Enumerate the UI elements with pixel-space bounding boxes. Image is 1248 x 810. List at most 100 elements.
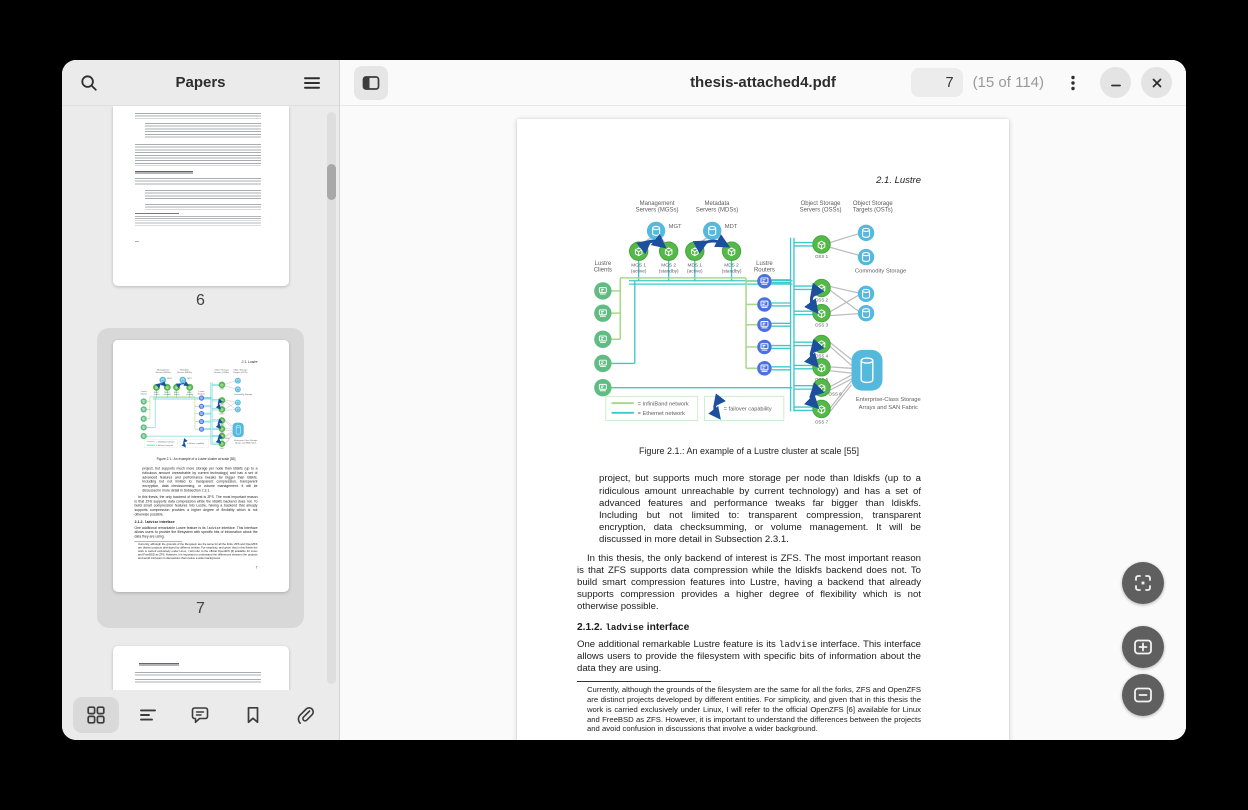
svg-text:Clients: Clients [594,268,612,274]
svg-text:Servers (OSSs): Servers (OSSs) [800,208,842,214]
lustre-figure: Management Servers (MGSs) Metadata Serve… [569,197,927,439]
lustre-routers-label: Lustre [756,261,773,267]
paragraph: In this thesis, the only backend of inte… [577,553,921,614]
zoom-in-icon [1131,635,1155,659]
close-button[interactable] [1141,67,1172,98]
zoom-fit-button[interactable] [1122,562,1164,604]
mgs1-node: MGS 1 (active) [629,242,647,274]
zoom-out-icon [1131,683,1155,707]
footnote: Currently, although the grounds of the f… [587,685,921,734]
thumbnail-item-page-7[interactable]: 2.1. Lustre Figure 2.1.: An example of a… [97,328,304,628]
svg-text:OSS 7: OSS 7 [815,420,829,425]
app-window: thesis-attached4.pdf (15 of 114) [62,60,1186,740]
svg-text:MDT: MDT [725,224,738,230]
annotations-icon [190,705,210,725]
ost-group-label: Object Storage [853,201,894,207]
minimize-button[interactable] [1100,67,1131,98]
app-menu-button[interactable] [295,66,329,100]
scrollbar-thumb[interactable] [327,164,336,200]
document-view[interactable]: 2.1. Lustre [340,106,1186,740]
thumbnail-item-page-6[interactable]: 6 [113,106,289,316]
running-header: 2.1. Lustre [577,175,921,187]
svg-text:Servers (MGSs): Servers (MGSs) [636,208,679,214]
sidebar-headerbar: Papers [62,60,339,106]
lustre-router-nodes [757,274,772,376]
close-icon [1149,75,1165,91]
commodity-storage-label: Commodity Storage [855,269,906,275]
mdt-node: MDT [703,222,738,240]
paperclip-icon [295,705,315,725]
svg-text:OSS 4: OSS 4 [815,354,829,359]
mgs2-node: MGS 2 (standby) [659,242,679,274]
svg-text:MGS 2: MGS 2 [661,263,676,269]
network-legend: = InfiniBand network = Ethernet network [606,397,698,421]
bookmark-icon [243,705,263,725]
minimize-icon [1108,75,1124,91]
infiniband-legend-label: = InfiniBand network [638,402,689,408]
svg-text:Routers: Routers [754,268,775,274]
footnote-rule [577,681,711,682]
search-button[interactable] [72,66,106,100]
page-7-thumbnail[interactable]: 2.1. Lustre Figure 2.1.: An example of a… [113,340,289,592]
main-headerbar: thesis-attached4.pdf (15 of 114) [340,60,1186,106]
attachments-tab[interactable] [282,697,328,733]
page-8-thumbnail[interactable] [113,646,289,690]
ethernet-legend-label: = Ethernet network [638,411,685,417]
subsection-heading: 2.1.2. ladvise interface [577,622,921,634]
sidebar-toggle-icon [361,73,381,93]
svg-text:OSS 3: OSS 3 [815,323,829,328]
outline-icon [138,705,158,725]
svg-text:OSS 2: OSS 2 [815,298,829,303]
annotations-tab[interactable] [177,697,223,733]
mds2-node: MDS 2 (standby) [722,242,742,274]
zoom-out-button[interactable] [1122,674,1164,716]
pdf-page: 2.1. Lustre [517,119,1009,740]
thumbnails-icon [86,705,106,725]
svg-text:MDS 1: MDS 1 [688,263,703,269]
mds1-node: MDS 1 (active) [686,242,704,274]
failover-legend-label: = failover capability [724,407,772,413]
infiniband-network-lines [612,278,758,368]
oss-group-label: Object Storage [801,201,842,207]
figure-caption: Figure 2.1.: An example of a Lustre clus… [577,445,921,457]
mgs-group-label: Management [640,201,675,207]
page-label: 7 [196,592,205,626]
thumbnails-tab[interactable] [73,697,119,733]
lustre-clients-label: Lustre [595,261,612,267]
paragraph: project, but supports much more storage … [599,473,921,546]
svg-text:MGT: MGT [669,224,682,230]
page-count-label: (15 of 114) [973,74,1044,91]
svg-text:(standby): (standby) [722,269,742,275]
svg-text:Targets (OSTs): Targets (OSTs) [853,208,893,214]
outline-tab[interactable] [125,697,171,733]
menu-button[interactable] [1056,66,1090,100]
svg-text:Arrays and SAN Fabric: Arrays and SAN Fabric [859,405,918,411]
oss-nodes: OSS 1 OSS 2 OSS 3 OSS 4 OSS 5 OSS 6 OSS … [813,236,842,425]
page-number-input[interactable] [911,68,963,97]
svg-text:MGS 1: MGS 1 [631,263,646,269]
paragraph: One additional remarkable Lustre feature… [577,639,921,676]
page-6-thumbnail[interactable] [113,106,289,286]
svg-text:(standby): (standby) [659,269,679,275]
enterprise-storage-label: Enterprise-Class Storage [856,397,921,403]
svg-text:OSS 6: OSS 6 [829,392,843,397]
failover-legend: = failover capability [704,397,783,421]
zoom-in-button[interactable] [1122,626,1164,668]
svg-text:Servers (MDSs): Servers (MDSs) [696,208,739,214]
sidebar-scrollbar[interactable] [327,112,336,684]
svg-text:(active): (active) [631,269,647,275]
thumbnail-list: 6 2.1. Lustre Figure 2.1.: An example of… [62,106,339,690]
search-icon [79,73,99,93]
mds-group-label: Metadata [705,201,731,207]
thumbnail-item-page-8[interactable] [113,628,289,690]
sidebar-toggle-button[interactable] [354,66,388,100]
hamburger-icon [302,73,322,93]
bookmarks-tab[interactable] [230,697,276,733]
page-label: 6 [113,286,289,316]
svg-text:MDS 2: MDS 2 [724,263,739,269]
svg-text:(active): (active) [687,269,703,275]
enterprise-storage-node: Enterprise-Class Storage Arrays and SAN … [852,350,921,411]
sidebar-toolbar [62,690,339,740]
mgt-node: MGT [647,222,682,240]
main-area: thesis-attached4.pdf (15 of 114) [340,60,1186,740]
